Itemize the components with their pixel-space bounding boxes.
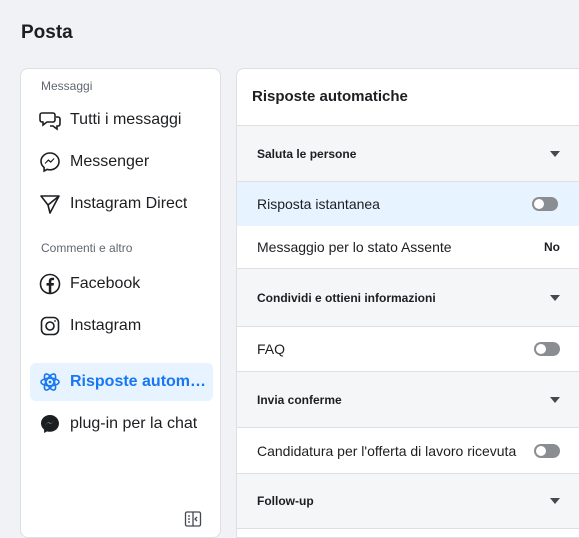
section-label-messages: Messaggi	[41, 79, 93, 93]
messenger-icon	[39, 151, 61, 173]
instagram-icon	[39, 315, 61, 337]
chevron-down-icon	[550, 294, 560, 301]
sidebar-item-chat-plugin[interactable]: plug-in per la chat	[30, 405, 213, 443]
setting-label: Candidatura per l'offerta di lavoro rice…	[257, 442, 517, 459]
sidebar-item-label: Instagram Direct	[70, 195, 188, 212]
sidebar-item-label: Messenger	[70, 153, 150, 170]
page-title: Posta	[21, 22, 73, 43]
section-label: Invia conferme	[257, 392, 342, 407]
sidebar-item-label: Risposte autom…	[70, 373, 207, 390]
panel-title: Risposte automatiche	[252, 88, 408, 105]
setting-label: Messaggio per lo stato Assente	[257, 239, 452, 255]
job-application-toggle[interactable]	[534, 443, 560, 458]
faq-toggle[interactable]	[534, 342, 560, 356]
messenger-filled-icon	[39, 413, 61, 435]
sidebar: Messaggi Tutti i messaggi Messenger Inst…	[20, 68, 221, 538]
setting-job-application-received[interactable]: Candidatura per l'offerta di lavoro rice…	[237, 428, 579, 473]
sidebar-item-instagram-direct[interactable]: Instagram Direct	[30, 185, 213, 223]
sidebar-item-label: Instagram	[70, 317, 142, 334]
setting-label: Risposta istantanea	[257, 196, 380, 212]
section-follow-up[interactable]: Follow-up	[237, 473, 579, 529]
chevron-down-icon	[550, 150, 560, 157]
instant-reply-toggle[interactable]	[532, 197, 558, 211]
sidebar-item-label: Facebook	[70, 275, 141, 292]
setting-away-message[interactable]: Messaggio per lo stato Assente No	[237, 226, 579, 268]
section-label: Follow-up	[257, 494, 314, 508]
sidebar-toggle-icon	[184, 510, 202, 533]
automatic-replies-panel: Risposte automatiche Saluta le persone R…	[236, 68, 579, 538]
section-share-info[interactable]: Condividi e ottieni informazioni	[237, 268, 579, 327]
setting-label: FAQ	[257, 341, 286, 357]
section-label: Saluta le persone	[257, 146, 357, 161]
section-label: Condividi e ottieni informazioni	[257, 290, 436, 305]
collapse-sidebar-button[interactable]	[183, 510, 203, 533]
setting-faq[interactable]: FAQ	[237, 327, 579, 371]
sidebar-item-instagram[interactable]: Instagram	[30, 307, 213, 345]
section-greet-people[interactable]: Saluta le persone	[237, 125, 579, 182]
sidebar-item-all-messages[interactable]: Tutti i messaggi	[30, 101, 213, 139]
section-send-confirmations[interactable]: Invia conferme	[237, 371, 579, 428]
paper-plane-icon	[39, 193, 61, 215]
chevron-down-icon	[550, 498, 560, 504]
away-message-status: No	[544, 240, 560, 254]
chevron-down-icon	[550, 396, 560, 403]
sidebar-item-label: plug-in per la chat	[70, 415, 198, 432]
atom-icon	[39, 371, 61, 393]
chat-bubbles-icon	[39, 109, 61, 131]
setting-instant-reply[interactable]: Risposta istantanea	[237, 182, 579, 226]
sidebar-item-automatic-replies[interactable]: Risposte autom…	[30, 363, 213, 401]
sidebar-item-label: Tutti i messaggi	[70, 111, 182, 128]
facebook-icon	[39, 273, 61, 295]
sidebar-item-messenger[interactable]: Messenger	[30, 143, 213, 181]
sidebar-item-facebook[interactable]: Facebook	[30, 265, 213, 303]
section-label-comments: Commenti e altro	[41, 241, 133, 255]
